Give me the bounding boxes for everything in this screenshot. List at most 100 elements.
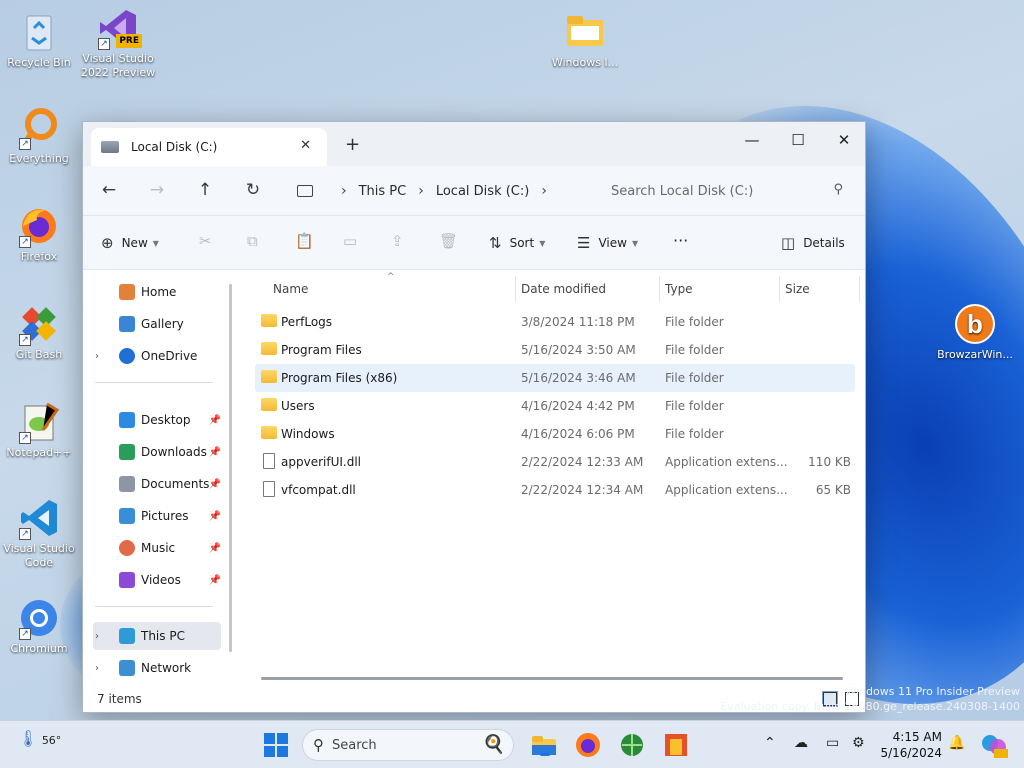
column-header-size[interactable]: Size [785,282,810,296]
firefox-icon: ↗ [17,204,61,248]
close-tab-icon[interactable]: ✕ [300,138,311,153]
sidebar-item-pictures[interactable]: Pictures 📌 [93,502,221,530]
column-divider[interactable] [779,276,780,302]
sidebar-item-downloads[interactable]: Downloads 📌 [93,438,221,466]
shortcut-arrow-icon: ↗ [19,138,31,150]
back-icon[interactable]: ← [97,180,121,200]
file-row-program-files[interactable]: Program Files 5/16/2024 3:50 AM File fol… [255,336,855,364]
network-status-icon[interactable]: ⚙ [852,735,865,751]
close-window-button[interactable]: ✕ [821,126,867,154]
paste-icon[interactable]: 📋 [295,232,314,250]
file-row-vfcompat-dll[interactable]: vfcompat.dll 2/22/2024 12:34 AM Applicat… [255,476,855,504]
rename-icon[interactable]: ▭ [343,232,357,250]
this-pc-icon [297,185,313,197]
sidebar-item-gallery[interactable]: Gallery [93,310,221,338]
sidebar-item-label: Desktop [141,413,191,427]
column-divider[interactable] [659,276,660,302]
copilot-icon[interactable] [980,731,1008,759]
up-icon[interactable]: ↑ [193,180,217,200]
desktop-icon-firefox[interactable]: ↗ Firefox [0,204,81,264]
sidebar-item-documents[interactable]: Documents 📌 [93,470,221,498]
desktop-icon-windows-folder[interactable]: Windows I... [543,10,627,70]
desktop-icon-recycle-bin[interactable]: Recycle Bin [0,10,81,70]
refresh-icon[interactable]: ↻ [241,180,265,200]
file-row-windows[interactable]: Windows 4/16/2024 6:06 PM File folder [255,420,855,448]
clock[interactable]: 4:15 AM 5/16/2024 [880,729,942,761]
copy-icon[interactable]: ⧉ [247,232,258,250]
details-pane-button[interactable]: ◫ Details [781,234,845,252]
notification-bell-icon[interactable]: 🔔 [948,735,965,751]
shortcut-arrow-icon: ↗ [19,334,31,346]
desktop-icon-label: Visual Studio 2022 Preview [80,52,156,79]
search-icon: ⚲ [313,736,324,754]
tab-local-disk[interactable]: Local Disk (C:) ✕ [91,128,327,166]
cut-icon[interactable]: ✂ [199,232,212,250]
minimize-button[interactable]: — [729,126,775,154]
pictures-icon [119,508,135,524]
file-row-program-files-x86[interactable]: Program Files (x86) 5/16/2024 3:46 AM Fi… [255,364,855,392]
file-type: Application extens... [665,483,788,497]
breadcrumb-local-disk[interactable]: Local Disk (C:) [436,184,529,199]
cloud-offline-icon[interactable]: ☁ [794,735,808,751]
taskbar-app[interactable] [662,731,690,759]
taskbar-search[interactable]: ⚲ Search 🍳 [302,729,514,761]
share-icon[interactable]: ⇪ [391,232,404,250]
column-divider[interactable] [859,276,860,302]
column-header-name[interactable]: Name [273,282,308,296]
display-icon[interactable]: ▭ [826,735,839,751]
pin-icon: 📌 [208,510,221,522]
delete-icon[interactable]: 🗑 [439,232,458,250]
watermark-line: Windows 11 Pro Insider Preview [845,685,1020,698]
taskbar-file-explorer[interactable] [530,731,558,759]
column-divider[interactable] [515,276,516,302]
chevron-right-icon[interactable]: › [95,351,111,362]
sidebar-item-onedrive[interactable]: › OneDrive [93,342,221,370]
desktop-icon-browzar[interactable]: b BrowzarWin... [933,302,1017,362]
file-row-appverifui-dll[interactable]: appverifUI.dll 2/22/2024 12:33 AM Applic… [255,448,855,476]
sort-button[interactable]: ⇅ Sort ▼ [489,234,545,252]
column-header-date[interactable]: Date modified [521,282,606,296]
desktop-icon-visual-studio[interactable]: PRE ↗ Visual Studio 2022 Preview [76,6,160,80]
pin-icon: 📌 [208,414,221,426]
taskbar-firefox[interactable] [574,731,602,759]
breadcrumb-this-pc[interactable]: This PC [359,184,407,199]
sidebar-item-network[interactable]: › Network [93,654,221,682]
chevron-down-icon: ▼ [539,238,546,248]
desktop-icon-chromium[interactable]: ↗ Chromium [0,596,81,656]
horizontal-scrollbar[interactable] [261,677,843,680]
item-count: 7 items [97,692,142,706]
view-button[interactable]: ☰ View ▼ [577,234,638,252]
sidebar-scrollbar[interactable] [229,284,232,652]
desktop-icon-everything[interactable]: ↗ Everything [0,106,81,166]
details-label: Details [803,236,845,250]
chevron-right-icon[interactable]: › [95,663,111,674]
desktop-icon-notepad-plus-plus[interactable]: ↗ Notepad++ [0,400,81,460]
sidebar-item-videos[interactable]: Videos 📌 [93,566,221,594]
forward-icon[interactable]: → [145,180,169,200]
show-hidden-icons[interactable]: ⌃ [764,735,776,751]
search-input[interactable]: Search Local Disk (C:) ⚲ [593,174,857,208]
desktop-icon-vscode[interactable]: ↗ Visual Studio Code [0,496,81,570]
sidebar-item-music[interactable]: Music 📌 [93,534,221,562]
sidebar-item-home[interactable]: Home [93,278,221,306]
file-size: 110 KB [808,455,851,469]
more-options-button[interactable]: ··· [673,231,688,250]
new-tab-button[interactable]: + [345,134,360,155]
start-button[interactable] [262,731,290,759]
weather-widget[interactable]: 🌡 56° [18,729,61,748]
address-bar[interactable]: › This PC › Local Disk (C:) › [285,174,579,208]
column-header-type[interactable]: Type [665,282,693,296]
chevron-right-icon[interactable]: › [95,631,111,642]
desktop-icon-git-bash[interactable]: ↗ Git Bash [0,302,81,362]
new-button[interactable]: ⊕ New ▼ [101,234,159,252]
sidebar-item-this-pc[interactable]: › This PC [93,622,221,650]
file-row-users[interactable]: Users 4/16/2024 4:42 PM File folder [255,392,855,420]
music-icon [119,540,135,556]
sidebar-item-label: OneDrive [141,349,198,363]
desktop-icon-label: Notepad++ [6,446,72,459]
taskbar-globe-app[interactable] [618,731,646,759]
sidebar-item-desktop[interactable]: Desktop 📌 [93,406,221,434]
file-row-perflogs[interactable]: PerfLogs 3/8/2024 11:18 PM File folder [255,308,855,336]
maximize-button[interactable]: ☐ [775,126,821,154]
home-icon [119,284,135,300]
